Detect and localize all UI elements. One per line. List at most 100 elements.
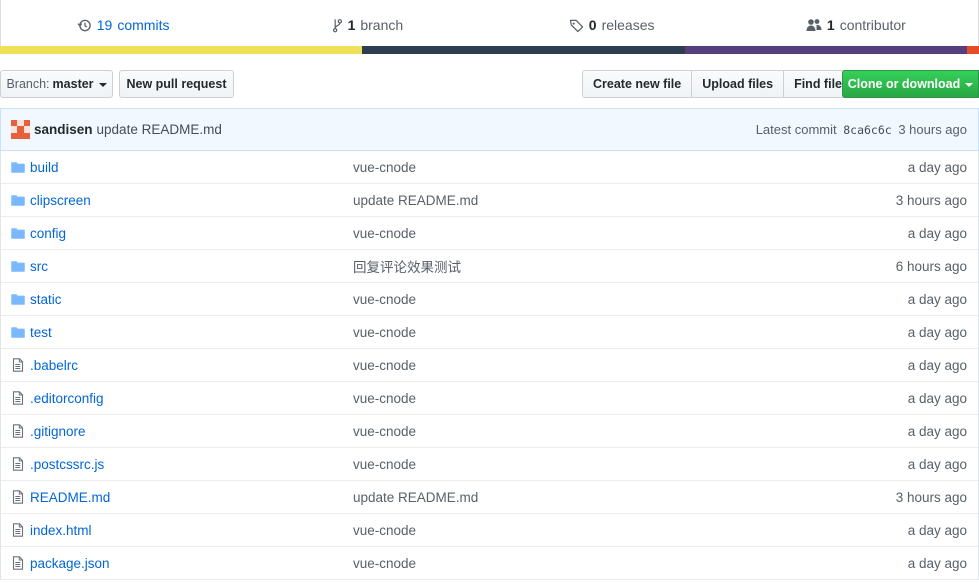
file-name-link[interactable]: src <box>30 259 48 274</box>
file-name-link[interactable]: config <box>30 226 66 241</box>
file-age: 6 hours ago <box>895 258 967 274</box>
language-segment[interactable] <box>362 46 686 54</box>
file-actions-group: Create new file Upload files Find file <box>582 70 853 98</box>
commit-sha[interactable]: 8ca6c6c <box>843 123 891 137</box>
file-age: a day ago <box>907 357 967 373</box>
file-row: clipscreen update README.md 3 hours ago <box>1 184 978 217</box>
file-row: config vue-cnode a day ago <box>1 217 978 250</box>
folder-icon <box>11 259 25 273</box>
repo-summary: 19 commits 1 branch 0 releases 1 contrib… <box>0 0 979 46</box>
file-commit-message[interactable]: vue-cnode <box>353 424 416 439</box>
commit-time: 3 hours ago <box>898 122 967 137</box>
file-age: a day ago <box>907 324 967 340</box>
branch-prefix: Branch: <box>6 77 50 91</box>
file-name-link[interactable]: README.md <box>30 490 110 505</box>
upload-files-button[interactable]: Upload files <box>692 71 785 97</box>
file-age: a day ago <box>907 225 967 241</box>
file-name-link[interactable]: .babelrc <box>30 358 78 373</box>
clone-label: Clone or download <box>847 77 961 91</box>
releases-link[interactable]: 0 releases <box>490 0 734 46</box>
create-new-file-button[interactable]: Create new file <box>583 71 693 97</box>
file-age: a day ago <box>907 522 967 538</box>
file-row: package.json vue-cnode a day ago <box>1 547 978 580</box>
clone-or-download-button[interactable]: Clone or download <box>842 70 979 98</box>
chevron-down-icon <box>965 82 974 87</box>
file-name-link[interactable]: .postcssrc.js <box>30 457 104 472</box>
file-row: build vue-cnode a day ago <box>1 151 978 184</box>
file-age: a day ago <box>907 390 967 406</box>
file-row: .babelrc vue-cnode a day ago <box>1 349 978 382</box>
file-name-link[interactable]: package.json <box>30 556 110 571</box>
tag-icon <box>569 19 583 32</box>
file-age: a day ago <box>907 555 967 571</box>
file-row: index.html vue-cnode a day ago <box>1 514 978 547</box>
file-name-link[interactable]: .editorconfig <box>30 391 104 406</box>
file-icon <box>11 556 25 570</box>
file-icon <box>11 523 25 537</box>
file-age: 3 hours ago <box>895 192 967 208</box>
file-row: .postcssrc.js vue-cnode a day ago <box>1 448 978 481</box>
history-icon <box>77 19 91 31</box>
language-segment[interactable] <box>685 46 968 54</box>
file-row: README.md update README.md 3 hours ago <box>1 481 978 514</box>
file-row: .gitignore vue-cnode a day ago <box>1 415 978 448</box>
file-row: src 回复评论效果测试 6 hours ago <box>1 250 978 283</box>
file-age: a day ago <box>907 423 967 439</box>
branches-label: branch <box>360 17 404 33</box>
file-icon <box>11 424 25 438</box>
file-commit-message[interactable]: vue-cnode <box>353 292 416 307</box>
folder-icon <box>11 325 25 339</box>
file-icon <box>11 457 25 471</box>
latest-commit-label: Latest commit <box>755 122 837 137</box>
file-name-link[interactable]: index.html <box>30 523 92 538</box>
contributors-count: 1 <box>826 17 835 33</box>
branches-link[interactable]: 1 branch <box>245 0 489 46</box>
branches-count: 1 <box>347 17 356 33</box>
file-name-link[interactable]: test <box>30 325 52 340</box>
branch-name: master <box>52 77 94 91</box>
commit-author[interactable]: sandisen <box>34 122 93 137</box>
language-segment[interactable] <box>967 46 979 54</box>
folder-icon <box>11 226 25 240</box>
releases-label: releases <box>601 17 655 33</box>
file-age: a day ago <box>907 456 967 472</box>
file-name-link[interactable]: clipscreen <box>30 193 91 208</box>
file-icon <box>11 490 25 504</box>
file-commit-message[interactable]: update README.md <box>353 193 478 208</box>
file-commit-message[interactable]: vue-cnode <box>353 457 416 472</box>
contributors-label: contributor <box>839 17 906 33</box>
branch-icon <box>332 18 342 32</box>
file-commit-message[interactable]: vue-cnode <box>353 325 416 340</box>
file-commit-message[interactable]: vue-cnode <box>353 556 416 571</box>
people-icon <box>806 19 822 31</box>
file-row: test vue-cnode a day ago <box>1 316 978 349</box>
file-commit-message[interactable]: update README.md <box>353 490 478 505</box>
commits-label: commits <box>117 17 170 33</box>
file-commit-message[interactable]: vue-cnode <box>353 160 416 175</box>
branch-select-button[interactable]: Branch: master <box>0 70 113 98</box>
chevron-down-icon <box>98 82 107 87</box>
new-pull-request-button[interactable]: New pull request <box>119 70 234 98</box>
file-commit-message[interactable]: vue-cnode <box>353 358 416 373</box>
file-commit-message[interactable]: vue-cnode <box>353 391 416 406</box>
latest-commit-bar: sandisen update README.md Latest commit … <box>0 108 979 151</box>
commits-link[interactable]: 19 commits <box>1 0 245 46</box>
file-row: static vue-cnode a day ago <box>1 283 978 316</box>
contributors-link[interactable]: 1 contributor <box>734 0 978 46</box>
commit-message[interactable]: update README.md <box>97 122 222 137</box>
file-name-link[interactable]: static <box>30 292 62 307</box>
folder-icon <box>11 193 25 207</box>
file-commit-message[interactable]: vue-cnode <box>353 523 416 538</box>
latest-commit-info: Latest commit 8ca6c6c 3 hours ago <box>756 122 967 137</box>
commits-count: 19 <box>96 17 113 33</box>
file-name-link[interactable]: .gitignore <box>30 424 86 439</box>
file-list: build vue-cnode a day ago clipscreen update … <box>0 151 979 580</box>
avatar[interactable] <box>11 120 30 139</box>
language-segment[interactable] <box>0 46 363 54</box>
file-commit-message[interactable]: vue-cnode <box>353 226 416 241</box>
file-icon <box>11 391 25 405</box>
file-age: a day ago <box>907 159 967 175</box>
language-bar[interactable] <box>0 46 979 54</box>
file-commit-message[interactable]: 回复评论效果测试 <box>353 256 461 276</box>
file-name-link[interactable]: build <box>30 160 59 175</box>
